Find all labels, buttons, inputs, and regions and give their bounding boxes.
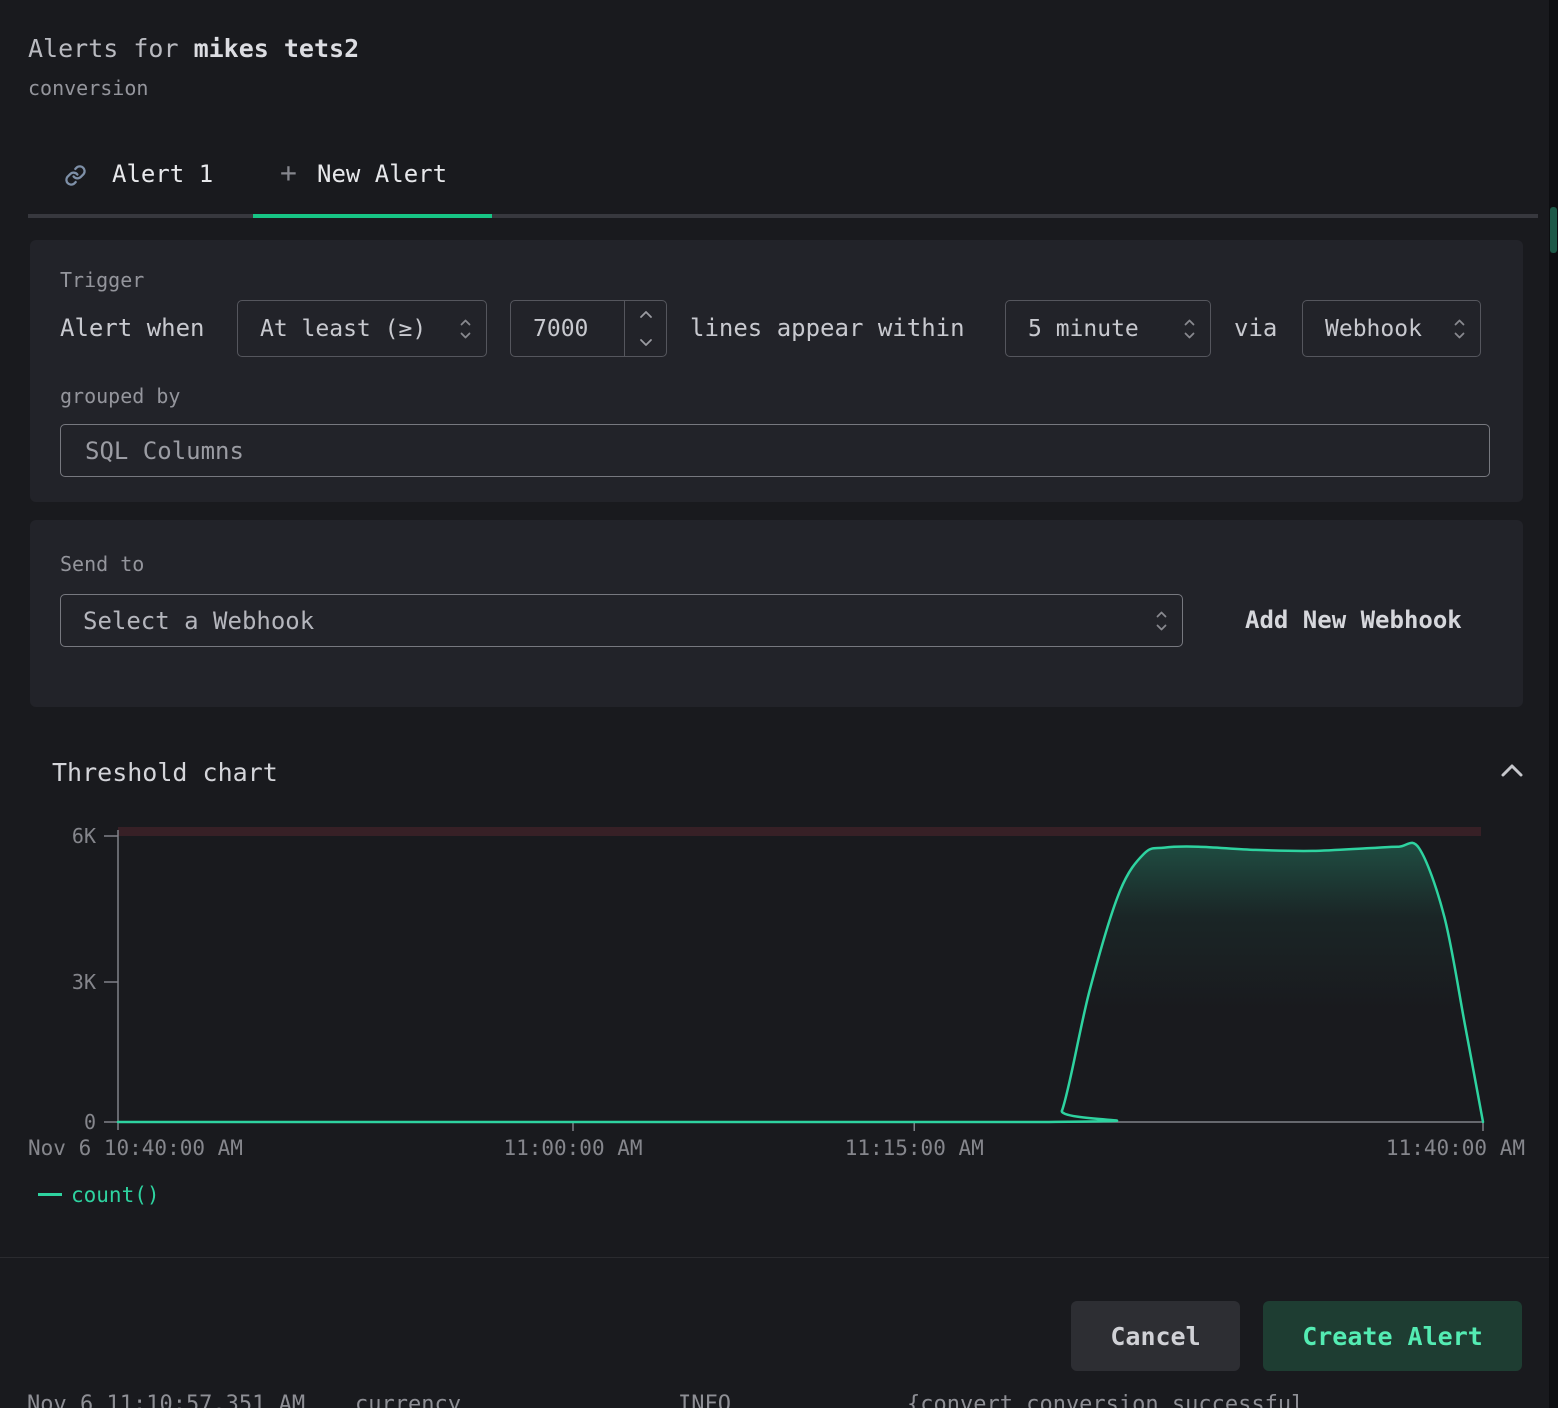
cancel-button[interactable]: Cancel (1071, 1301, 1240, 1371)
alert-when-label: Alert when (60, 313, 205, 343)
legend-series-label: count() (71, 1183, 160, 1207)
link-icon (64, 164, 87, 191)
spinner-down-button[interactable] (625, 329, 666, 357)
lines-appear-within-label: lines appear within (690, 313, 965, 343)
number-spinner (624, 301, 666, 356)
channel-select[interactable]: Webhook (1302, 300, 1481, 357)
spinner-up-button[interactable] (625, 301, 666, 329)
scrollbar-thumb[interactable] (1550, 207, 1557, 253)
interval-value: 5 minute (1028, 316, 1139, 342)
active-tab-indicator (253, 214, 492, 218)
svg-text:6K: 6K (72, 824, 96, 848)
chevron-updown-icon (1453, 317, 1466, 341)
svg-text:11:00:00 AM: 11:00:00 AM (503, 1136, 642, 1160)
chevron-updown-icon (1155, 609, 1168, 633)
threshold-value-input[interactable]: 7000 (510, 300, 667, 357)
footer-divider (0, 1257, 1558, 1258)
webhook-select[interactable]: Select a Webhook (60, 594, 1183, 647)
page-title-prefix: Alerts for (28, 34, 194, 63)
log-timestamp: Nov 6 11:10:57.351 AM (27, 1392, 305, 1408)
tab-bar-underline (28, 214, 1538, 218)
page-subtitle: conversion (28, 76, 148, 100)
svg-text:0: 0 (84, 1110, 96, 1134)
collapse-chevron-up-icon[interactable] (1498, 760, 1526, 786)
add-new-webhook-button[interactable]: Add New Webhook (1245, 606, 1462, 634)
page-title: Alerts for mikes tets2 (28, 34, 359, 63)
svg-text:11:40:00 AM: 11:40:00 AM (1386, 1136, 1525, 1160)
threshold-band (118, 827, 1481, 836)
count-series-line (118, 843, 1483, 1122)
page-title-source-name: mikes tets2 (194, 34, 360, 63)
alert-modal: Alerts for mikes tets2 conversion Alert … (0, 0, 1558, 1408)
svg-text:3K: 3K (72, 970, 96, 994)
chevron-updown-icon (1183, 317, 1196, 341)
create-alert-button[interactable]: Create Alert (1263, 1301, 1522, 1371)
trigger-label: Trigger (60, 268, 144, 292)
threshold-value: 7000 (511, 301, 624, 356)
interval-select[interactable]: 5 minute (1005, 300, 1211, 357)
chevron-updown-icon (459, 317, 472, 341)
grouped-by-label: grouped by (60, 384, 180, 408)
legend-dash-icon (38, 1193, 62, 1196)
channel-value: Webhook (1325, 316, 1422, 342)
grouped-by-input[interactable] (60, 424, 1490, 477)
threshold-type-value: At least (≥) (260, 316, 426, 342)
svg-text:11:15:00 AM: 11:15:00 AM (845, 1136, 984, 1160)
plus-icon: + (280, 156, 297, 189)
via-label: via (1234, 313, 1277, 343)
tab-alert-1[interactable]: Alert 1 (112, 160, 213, 188)
webhook-select-value: Select a Webhook (83, 607, 314, 635)
tab-new-alert[interactable]: New Alert (317, 160, 447, 188)
log-service: currency (355, 1392, 461, 1408)
threshold-chart-title: Threshold chart (52, 758, 278, 787)
log-level: INFO (678, 1392, 731, 1408)
svg-text:Nov 6 10:40:00 AM: Nov 6 10:40:00 AM (28, 1136, 243, 1160)
threshold-type-select[interactable]: At least (≥) (237, 300, 487, 357)
log-message: {convert conversion successful (907, 1392, 1304, 1408)
send-to-label: Send to (60, 552, 144, 576)
